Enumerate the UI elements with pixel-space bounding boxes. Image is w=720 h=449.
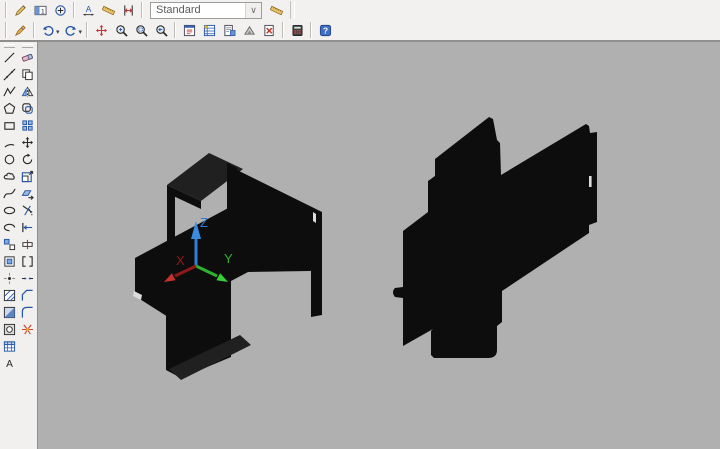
point-icon[interactable] xyxy=(1,270,18,286)
dimension-update-icon[interactable] xyxy=(98,1,118,20)
erase-icon[interactable] xyxy=(19,49,36,65)
chamfer-icon[interactable] xyxy=(19,287,36,303)
toolbar-separator xyxy=(33,22,35,38)
zoom-previous-icon[interactable] xyxy=(151,21,171,40)
region-icon[interactable] xyxy=(1,321,18,337)
drawing-canvas[interactable]: Z Y X xyxy=(38,42,720,449)
break-icon[interactable] xyxy=(19,253,36,269)
calculator-icon[interactable] xyxy=(287,21,307,40)
svg-text:A: A xyxy=(6,359,13,370)
svg-text:1: 1 xyxy=(41,8,45,15)
mirror-icon[interactable] xyxy=(19,83,36,99)
spline-icon[interactable] xyxy=(1,185,18,201)
revision-cloud-icon[interactable] xyxy=(1,168,18,184)
ellipse-icon[interactable] xyxy=(1,202,18,218)
toolbar-separator xyxy=(86,22,88,38)
ucs-x-label: X xyxy=(176,253,185,268)
fillet-icon[interactable] xyxy=(19,304,36,320)
dimension-toolbar: 1 A Standard ∨ xyxy=(0,0,720,20)
toolbar-separator xyxy=(282,22,284,38)
rectangle-icon[interactable] xyxy=(1,117,18,133)
designcenter-icon[interactable] xyxy=(219,21,239,40)
scale-icon[interactable] xyxy=(19,168,36,184)
trim-icon[interactable] xyxy=(19,202,36,218)
dimension-update-icon[interactable] xyxy=(266,1,286,20)
draw-toolbar: A xyxy=(1,42,18,372)
dim-style-dropdown[interactable]: Standard ∨ xyxy=(150,2,262,19)
properties-icon[interactable] xyxy=(179,21,199,40)
join-icon[interactable] xyxy=(19,270,36,286)
construction-line-icon[interactable] xyxy=(1,66,18,82)
chevron-down-icon[interactable]: ∨ xyxy=(245,3,261,18)
stretch-icon[interactable] xyxy=(19,185,36,201)
toolbar-separator xyxy=(73,2,75,18)
explode-icon[interactable] xyxy=(19,321,36,337)
sheetset-icon[interactable] xyxy=(239,21,259,40)
make-block-icon[interactable] xyxy=(1,253,18,269)
dimension-edit-icon[interactable] xyxy=(10,1,30,20)
cad-application-window: { "header": { "dimension_toolbar": { "st… xyxy=(0,0,720,449)
zoom-realtime-icon[interactable] xyxy=(111,21,131,40)
dimension-style-icon[interactable]: 1 xyxy=(30,1,50,20)
svg-text:?: ? xyxy=(322,25,327,35)
toolbar-grip[interactable] xyxy=(4,44,15,48)
circle-icon[interactable] xyxy=(1,151,18,167)
offset-icon[interactable] xyxy=(19,100,36,116)
dim-style-value: Standard xyxy=(156,4,201,16)
toolbar-separator xyxy=(174,22,176,38)
undo-icon[interactable] xyxy=(38,21,58,40)
undo-menu-arrow-icon[interactable]: ▾ xyxy=(56,28,60,36)
gradient-icon[interactable] xyxy=(1,304,18,320)
break-point-icon[interactable] xyxy=(19,236,36,252)
folded-box-object[interactable] xyxy=(133,153,322,380)
toolbar-edge xyxy=(290,1,295,19)
dimension-space-icon[interactable] xyxy=(118,1,138,20)
markup-icon[interactable] xyxy=(259,21,279,40)
polygon-icon[interactable] xyxy=(1,100,18,116)
toolbar-separator xyxy=(5,22,7,38)
layers-icon[interactable] xyxy=(199,21,219,40)
redo-menu-arrow-icon[interactable]: ▾ xyxy=(79,28,83,36)
arc-icon[interactable] xyxy=(1,134,18,150)
help-icon[interactable]: ? xyxy=(315,21,335,40)
unfolded-blank-object[interactable] xyxy=(393,117,597,358)
svg-text:A: A xyxy=(85,4,91,14)
center-mark-icon[interactable] xyxy=(50,1,70,20)
rotate-icon[interactable] xyxy=(19,151,36,167)
modify-toolbar xyxy=(19,42,36,338)
text-icon[interactable]: A xyxy=(1,355,18,371)
move-icon[interactable] xyxy=(19,134,36,150)
insert-block-icon[interactable] xyxy=(1,236,18,252)
ellipse-arc-icon[interactable] xyxy=(1,219,18,235)
hatch-icon[interactable] xyxy=(1,287,18,303)
line-icon[interactable] xyxy=(1,49,18,65)
zoom-window-icon[interactable] xyxy=(131,21,151,40)
pan-icon[interactable] xyxy=(91,21,111,40)
table-icon[interactable] xyxy=(1,338,18,354)
polyline-icon[interactable] xyxy=(1,83,18,99)
toolbar-separator xyxy=(5,2,7,18)
toolbar-separator xyxy=(141,2,143,18)
ucs-y-label: Y xyxy=(224,251,233,266)
left-toolbar-panel: A xyxy=(0,42,38,449)
toolbar-grip[interactable] xyxy=(22,44,33,48)
dimension-text-edit-icon[interactable]: A xyxy=(78,1,98,20)
extend-icon[interactable] xyxy=(19,219,36,235)
sketch-icon[interactable] xyxy=(10,21,30,40)
standard-toolbar: ▾ ▾? xyxy=(0,20,720,42)
redo-icon[interactable] xyxy=(61,21,81,40)
ucs-z-label: Z xyxy=(200,215,208,230)
array-icon[interactable] xyxy=(19,117,36,133)
copy-icon[interactable] xyxy=(19,66,36,82)
toolbar-separator xyxy=(310,22,312,38)
model-space: Z Y X xyxy=(38,42,720,449)
